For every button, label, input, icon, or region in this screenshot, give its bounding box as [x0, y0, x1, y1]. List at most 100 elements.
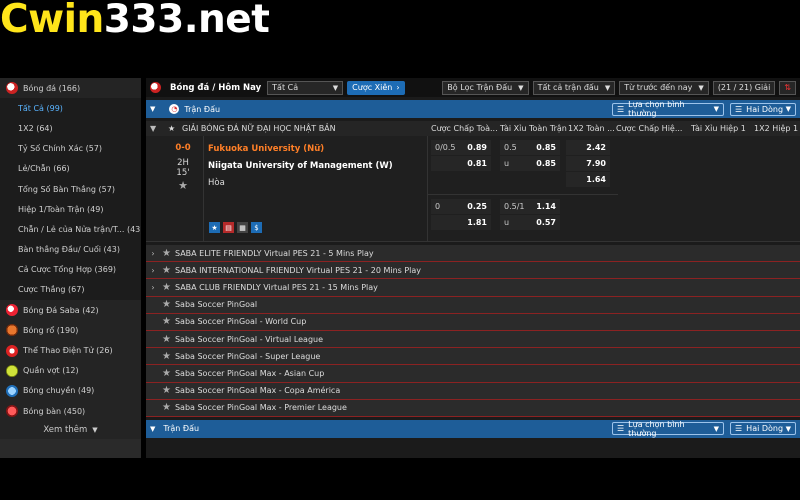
- hdp-away-odd-1[interactable]: 0.81: [431, 156, 491, 171]
- live-tv-icon[interactable]: ▤: [223, 222, 234, 233]
- team-box: Fukuoka University (Nữ) Niigata Universi…: [203, 136, 428, 242]
- list-icon: ☰: [617, 424, 625, 434]
- show-more-label: Xem thêm: [43, 425, 88, 436]
- sports-sidebar: Bóng đá (166) Tất Cả (99) 1X2 (64) Tỷ Số Ch…: [0, 78, 141, 458]
- 1x2-draw-value: 1.64: [586, 175, 606, 184]
- lines-dropdown-2[interactable]: ☰ Hai Dòng ▼: [730, 422, 796, 436]
- chevron-right-icon: ›: [151, 265, 155, 275]
- star-icon[interactable]: ★: [162, 351, 171, 362]
- hdp-line-2: 0: [435, 202, 441, 211]
- ou-over-odd-1[interactable]: 0.5 0.85: [500, 140, 560, 155]
- saba-soccer-icon: [6, 304, 18, 317]
- star-icon[interactable]: ★: [168, 124, 175, 133]
- hdp-home-odd-1[interactable]: 0/0.5 0.89: [431, 140, 491, 155]
- market-filter-dropdown[interactable]: Tất Cả ▼: [267, 80, 344, 95]
- collapse-icon[interactable]: ▼: [150, 425, 155, 433]
- 1x2-away-odd[interactable]: 7.90: [566, 156, 610, 171]
- sidebar-market-item[interactable]: 1X2 (64): [0, 118, 141, 139]
- section-title: Trận Đấu: [184, 104, 221, 114]
- 1x2-draw-odd[interactable]: 1.64: [566, 172, 610, 187]
- collapse-icon[interactable]: ▼: [150, 124, 156, 133]
- col-hdp-full: Cược Chấp Toà...: [431, 124, 498, 133]
- sidebar-market-item[interactable]: Lẻ/Chẵn (66): [0, 158, 141, 179]
- away-team: Niigata University of Management (W): [208, 161, 393, 171]
- chevron-down-icon: ▼: [785, 424, 791, 433]
- league-row[interactable]: ★ Saba Soccer PinGoal - Virtual League: [146, 330, 800, 349]
- sidebar-item-label: Cả Cược Tổng Hợp (369): [18, 265, 117, 275]
- dollar-icon[interactable]: $: [251, 222, 262, 233]
- 1x2-home-odd[interactable]: 2.42: [566, 140, 610, 155]
- stats-icon[interactable]: ▦: [237, 222, 248, 233]
- ou-over-value-2: 1.14: [536, 202, 556, 211]
- show-more-button[interactable]: Xem thêm ▼: [0, 421, 141, 440]
- sidebar-sport-item[interactable]: Bóng đá (166): [0, 78, 141, 99]
- table-tennis-icon: [6, 405, 18, 418]
- sidebar-sport-item[interactable]: Bóng rổ (190): [0, 320, 141, 341]
- star-icon[interactable]: ★: [162, 316, 171, 327]
- league-row[interactable]: › ★ SABA INTERNATIONAL FRIENDLY Virtual PE…: [146, 262, 800, 280]
- league-row[interactable]: › ★ SABA ELITE FRIENDLY Virtual PES 21 - 5…: [146, 245, 800, 263]
- sidebar-market-item[interactable]: Chẵn / Lẻ của Nửa trận/T... (43): [0, 219, 141, 240]
- ou-under-odd-1[interactable]: u 0.85: [500, 156, 560, 171]
- match-filter-dropdown[interactable]: Bộ Lọc Trận Đấu ▼: [442, 80, 529, 95]
- soccer-ball-icon: [150, 82, 161, 93]
- basketball-icon: [6, 324, 18, 337]
- sidebar-sport-item[interactable]: Thể Thao Điện Tử (26): [0, 340, 141, 361]
- star-icon[interactable]: ★: [162, 265, 171, 276]
- draw-label: Hòa: [208, 178, 225, 188]
- sidebar-market-item[interactable]: Hiệp 1/Toàn Trận (49): [0, 199, 141, 220]
- favorite-star-icon[interactable]: ★: [166, 179, 200, 192]
- all-matches-dropdown[interactable]: Tất cả trận đấu ▼: [532, 80, 616, 95]
- hdp-line-1: 0/0.5: [435, 143, 456, 152]
- ou-line-1: 0.5: [504, 143, 517, 152]
- star-icon[interactable]: ★: [162, 248, 171, 259]
- favorite-icon[interactable]: ★: [209, 222, 220, 233]
- refresh-button[interactable]: ⇅: [779, 80, 796, 95]
- soccer-ball-icon: [6, 82, 18, 95]
- sort-dropdown[interactable]: Từ trước đến nay ▼: [619, 80, 709, 95]
- sidebar-market-item[interactable]: Tất Cả (99): [0, 98, 141, 119]
- sidebar-sport-item[interactable]: Bóng Đá Saba (42): [0, 300, 141, 321]
- sidebar-sport-item[interactable]: Bóng bàn (450): [0, 401, 141, 422]
- league-row[interactable]: › ★ SABA CLUB FRIENDLY Virtual PES 21 - 15…: [146, 279, 800, 297]
- hdp-away-value-1: 0.81: [467, 159, 487, 168]
- lines-dropdown[interactable]: ☰ Hai Dòng ▼: [730, 102, 796, 116]
- sidebar-sport-item[interactable]: Quần vợt (12): [0, 360, 141, 381]
- league-row[interactable]: ★ Saba Soccer PinGoal - Super League: [146, 348, 800, 366]
- sidebar-market-item[interactable]: Cả Cược Tổng Hợp (369): [0, 259, 141, 280]
- page-title: Bóng đá / Hôm Nay: [170, 82, 262, 93]
- odds-select-dropdown[interactable]: ☰ Lựa chọn bình thường ▼: [612, 100, 724, 118]
- ou-over-value-1: 0.85: [536, 143, 556, 152]
- section-title-2: Trận Đấu: [163, 424, 200, 434]
- sidebar-sport-item[interactable]: Bóng chuyền (49): [0, 380, 141, 401]
- all-matches-label: Tất cả trận đấu: [537, 83, 599, 92]
- league-row[interactable]: ★ Saba Soccer PinGoal Max - Premier Leagu…: [146, 399, 800, 417]
- star-icon[interactable]: ★: [162, 368, 171, 379]
- chevron-right-icon: ›: [396, 83, 400, 92]
- league-row[interactable]: ★ Saba Soccer PinGoal: [146, 296, 800, 314]
- sidebar-market-item[interactable]: Bàn thắng Đầu/ Cuối (43): [0, 239, 141, 260]
- hdp-home-odd-2[interactable]: 0 0.25: [431, 199, 491, 214]
- sidebar-market-item[interactable]: Cược Thắng (67): [0, 279, 141, 301]
- league-row[interactable]: ★ Saba Soccer PinGoal Max - Asian Cup: [146, 365, 800, 383]
- star-icon[interactable]: ★: [162, 299, 171, 310]
- star-icon[interactable]: ★: [162, 282, 171, 293]
- star-icon[interactable]: ★: [162, 385, 171, 396]
- match-score: 0-0: [175, 143, 191, 153]
- sidebar-market-item[interactable]: Tỷ Số Chính Xác (57): [0, 138, 141, 159]
- odds-select-dropdown-2[interactable]: ☰ Lựa chọn bình thường ▼: [612, 420, 724, 438]
- hdp-away-odd-2[interactable]: 1.81: [431, 215, 491, 230]
- sidebar-market-item[interactable]: Tổng Số Bàn Thắng (57): [0, 178, 141, 200]
- star-icon[interactable]: ★: [162, 402, 171, 413]
- parlay-button[interactable]: Cược Xiên ›: [347, 80, 405, 95]
- league-row[interactable]: ★ Saba Soccer PinGoal Max - Copa América: [146, 382, 800, 400]
- ou-under-odd-2[interactable]: u 0.57: [500, 215, 560, 230]
- collapse-icon[interactable]: ▼: [150, 105, 155, 113]
- league-row[interactable]: ★ Saba Soccer PinGoal - World Cup: [146, 313, 800, 331]
- ou-over-odd-2[interactable]: 0.5/1 1.14: [500, 199, 560, 214]
- star-icon[interactable]: ★: [162, 334, 171, 345]
- hdp-home-value-1: 0.89: [467, 143, 487, 152]
- hdp-home-value-2: 0.25: [467, 202, 487, 211]
- league-count: (21 / 21) Giải: [712, 80, 776, 95]
- league-list: › ★ SABA ELITE FRIENDLY Virtual PES 21 - 5…: [146, 245, 800, 417]
